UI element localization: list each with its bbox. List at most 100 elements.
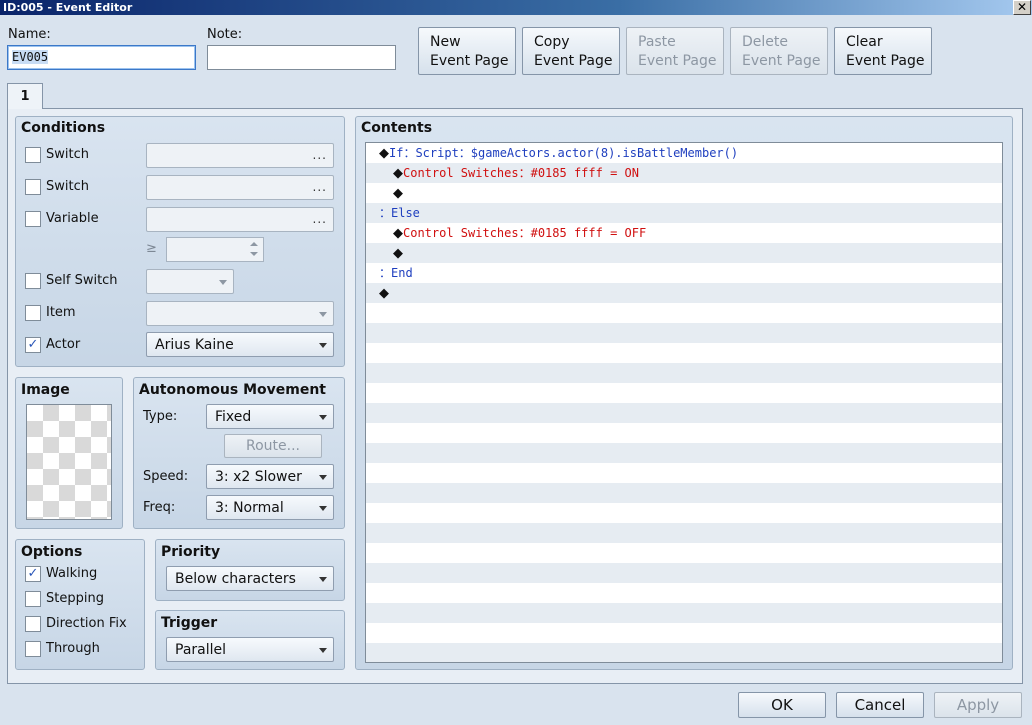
priority-select[interactable]: Below characters <box>166 566 334 591</box>
walking-checkbox[interactable]: ✓ <box>25 566 41 582</box>
direction-fix-checkbox[interactable] <box>25 616 41 632</box>
movement-freq-label: Freq: <box>143 500 176 515</box>
switch1-label: Switch <box>46 147 89 162</box>
chevron-down-icon <box>319 506 327 511</box>
direction-fix-label: Direction Fix <box>46 616 127 631</box>
command-row[interactable]: ◆Control Switches：#0185 ffff = ON <box>393 163 639 183</box>
through-checkbox[interactable] <box>25 641 41 657</box>
route-button[interactable]: Route... <box>224 434 322 458</box>
spin-down-icon[interactable] <box>250 252 258 256</box>
priority-title: Priority <box>161 544 221 560</box>
cancel-button[interactable]: Cancel <box>836 692 924 718</box>
delete-event-page-line1: Delete <box>742 34 788 50</box>
window-title: ID:005 - Event Editor <box>3 1 133 14</box>
item-select[interactable] <box>146 301 334 326</box>
self-switch-checkbox[interactable] <box>25 273 41 289</box>
command-row[interactable]: ：Else <box>379 203 420 223</box>
delete-event-page-button[interactable]: Delete Event Page <box>730 27 828 75</box>
command-text: ：End <box>379 266 413 280</box>
name-label: Name: <box>8 27 51 42</box>
note-input[interactable] <box>207 45 396 70</box>
contents-title: Contents <box>361 120 433 136</box>
command-text: Control Switches：#0185 ffff = OFF <box>403 226 647 240</box>
chevron-down-icon <box>319 343 327 348</box>
switch2-ellipsis-icon: ... <box>312 180 327 194</box>
copy-event-page-button[interactable]: Copy Event Page <box>522 27 620 75</box>
variable-ellipsis-icon: ... <box>312 212 327 226</box>
switch1-checkbox[interactable] <box>25 147 41 163</box>
actor-select[interactable]: Arius Kaine <box>146 332 334 357</box>
apply-button-label: Apply <box>956 696 1000 714</box>
close-icon: ✕ <box>1016 0 1028 14</box>
command-diamond-icon: ◆ <box>393 226 403 241</box>
command-row[interactable]: ◆ <box>393 183 403 203</box>
item-label: Item <box>46 305 76 320</box>
variable-selector[interactable]: ... <box>146 207 334 232</box>
ok-button[interactable]: OK <box>738 692 826 718</box>
command-row[interactable]: ◆Control Switches：#0185 ffff = OFF <box>393 223 646 243</box>
event-command-list[interactable]: ◆If：Script：$gameActors.actor(8).isBattle… <box>365 142 1003 663</box>
switch2-label: Switch <box>46 179 89 194</box>
close-button[interactable]: ✕ <box>1013 0 1031 15</box>
new-event-page-line1: New <box>430 34 461 50</box>
command-row[interactable]: ◆ <box>379 283 389 303</box>
movement-type-label: Type: <box>143 409 178 424</box>
stepping-label: Stepping <box>46 591 104 606</box>
switch1-ellipsis-icon: ... <box>312 148 327 162</box>
command-text: Control Switches：#0185 ffff = ON <box>403 166 639 180</box>
delete-event-page-line2: Event Page <box>742 53 821 69</box>
copy-event-page-line1: Copy <box>534 34 570 50</box>
variable-operator: ≥ <box>146 241 157 256</box>
command-row[interactable]: ◆If：Script：$gameActors.actor(8).isBattle… <box>379 143 738 163</box>
cancel-button-label: Cancel <box>854 696 906 714</box>
window-title-bar: ID:005 - Event Editor <box>0 0 1032 15</box>
switch2-checkbox[interactable] <box>25 179 41 195</box>
through-label: Through <box>46 641 100 656</box>
route-button-label: Route... <box>246 438 300 454</box>
switch1-selector[interactable]: ... <box>146 143 334 168</box>
tab-page-1-label: 1 <box>20 89 30 104</box>
movement-speed-value: 3: x2 Slower <box>215 469 302 485</box>
movement-speed-select[interactable]: 3: x2 Slower <box>206 464 334 489</box>
variable-amount-stepper[interactable] <box>166 237 264 262</box>
paste-event-page-button[interactable]: Paste Event Page <box>626 27 724 75</box>
chevron-down-icon <box>319 577 327 582</box>
check-icon: ✓ <box>27 566 39 581</box>
actor-checkbox[interactable]: ✓ <box>25 337 41 353</box>
command-diamond-icon: ◆ <box>393 166 403 181</box>
priority-value: Below characters <box>175 571 296 587</box>
movement-type-value: Fixed <box>215 409 252 425</box>
movement-freq-value: 3: Normal <box>215 500 284 516</box>
self-switch-select[interactable] <box>146 269 234 294</box>
movement-type-select[interactable]: Fixed <box>206 404 334 429</box>
command-diamond-icon: ◆ <box>379 146 389 161</box>
movement-freq-select[interactable]: 3: Normal <box>206 495 334 520</box>
spin-up-icon[interactable] <box>250 242 258 246</box>
command-diamond-icon: ◆ <box>393 186 403 201</box>
trigger-title: Trigger <box>161 615 218 631</box>
command-row[interactable]: ◆ <box>393 243 403 263</box>
image-title: Image <box>21 382 70 398</box>
command-text: If：Script：$gameActors.actor(8).isBattleM… <box>389 146 739 160</box>
apply-button[interactable]: Apply <box>934 692 1022 718</box>
clear-event-page-button[interactable]: Clear Event Page <box>834 27 932 75</box>
name-input-value: EV005 <box>12 50 49 64</box>
tab-page-1[interactable]: 1 <box>7 83 43 109</box>
variable-label: Variable <box>46 211 99 226</box>
new-event-page-button[interactable]: New Event Page <box>418 27 516 75</box>
chevron-down-icon <box>319 415 327 420</box>
chevron-down-icon <box>219 280 227 285</box>
command-text: ：Else <box>379 206 420 220</box>
stepping-checkbox[interactable] <box>25 591 41 607</box>
command-diamond-icon: ◆ <box>379 286 389 301</box>
walking-label: Walking <box>46 566 98 581</box>
trigger-select[interactable]: Parallel <box>166 637 334 662</box>
variable-checkbox[interactable] <box>25 211 41 227</box>
ok-button-label: OK <box>771 696 793 714</box>
command-row[interactable]: ：End <box>379 263 413 283</box>
event-image-preview[interactable] <box>26 404 112 520</box>
name-input[interactable]: EV005 <box>7 45 196 70</box>
command-diamond-icon: ◆ <box>393 246 403 261</box>
switch2-selector[interactable]: ... <box>146 175 334 200</box>
item-checkbox[interactable] <box>25 305 41 321</box>
